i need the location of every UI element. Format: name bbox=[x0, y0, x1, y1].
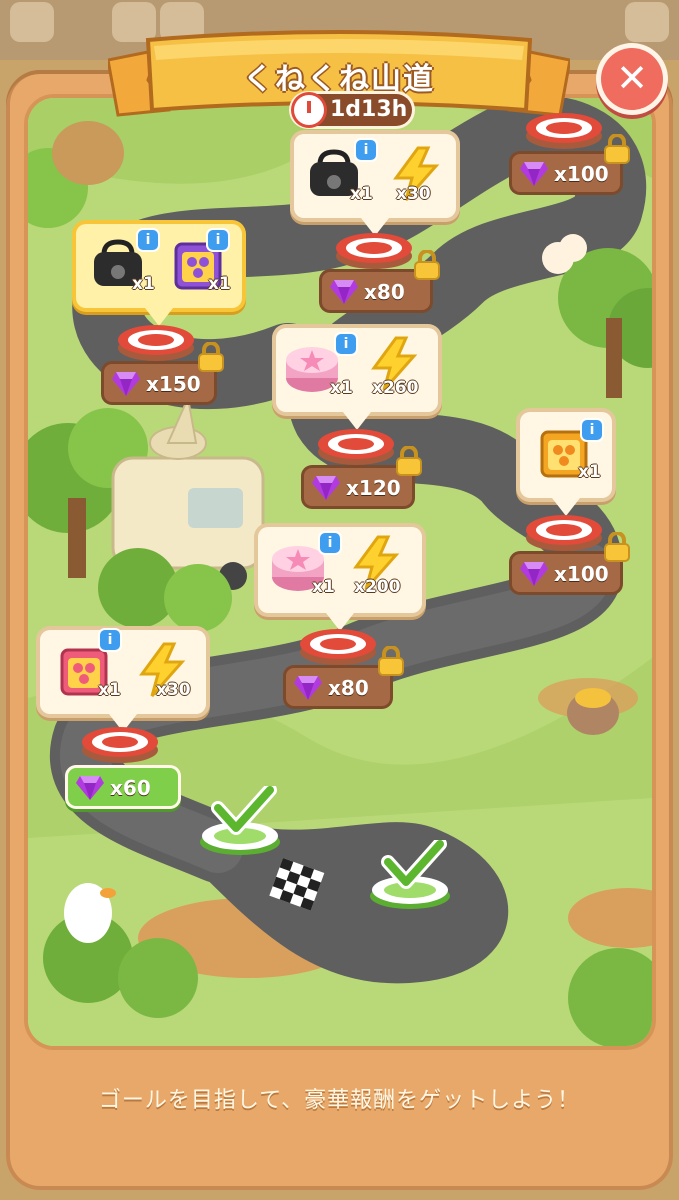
item-qty: x1 bbox=[208, 274, 231, 294]
lock-icon bbox=[414, 250, 440, 280]
item-qty: x1 bbox=[98, 680, 121, 700]
lock-icon bbox=[378, 646, 404, 676]
gem-icon bbox=[112, 370, 140, 396]
stage-pad-9[interactable] bbox=[524, 106, 604, 150]
gem-icon bbox=[76, 774, 104, 800]
reward-bubble-stage-3[interactable]: x1 i x30 bbox=[40, 630, 206, 732]
item-qty: x1 bbox=[350, 184, 373, 204]
item-qty: x1 bbox=[312, 577, 335, 597]
gem-amount: x120 bbox=[346, 476, 401, 500]
completed-checkpoint-1 bbox=[200, 786, 280, 856]
gem-amount: x100 bbox=[554, 162, 609, 186]
item-qty: x1 bbox=[132, 274, 155, 294]
lock-icon bbox=[604, 134, 630, 164]
timer-text: 1d13h bbox=[330, 97, 408, 122]
lock-icon bbox=[198, 342, 224, 372]
event-timer: 1d13h bbox=[292, 94, 412, 126]
info-icon[interactable]: i bbox=[100, 630, 120, 650]
gem-amount: x150 bbox=[146, 372, 201, 396]
stage-pad-5[interactable] bbox=[524, 508, 604, 552]
footer-hint: ゴールを目指して、豪華報酬をゲットしよう！ bbox=[98, 1088, 581, 1113]
reward-bubble-stage-5[interactable]: x1 i bbox=[520, 412, 612, 516]
item-qty: x260 bbox=[372, 378, 419, 398]
close-button[interactable]: ✕ bbox=[601, 48, 663, 110]
reward-bubble-stage-6[interactable]: x1 i x260 bbox=[276, 328, 438, 430]
stage-pad-8[interactable] bbox=[334, 226, 414, 270]
item-qty: x200 bbox=[354, 577, 401, 597]
event-title: くねくね山道 bbox=[243, 62, 435, 97]
gem-amount: x60 bbox=[110, 776, 151, 800]
info-icon[interactable]: i bbox=[320, 533, 340, 553]
close-icon: ✕ bbox=[616, 56, 648, 100]
gem-icon bbox=[520, 160, 548, 186]
gem-reward-stage-4[interactable]: x80 bbox=[286, 668, 390, 706]
item-qty: x1 bbox=[578, 462, 601, 482]
gem-icon bbox=[294, 674, 322, 700]
gem-amount: x80 bbox=[364, 280, 405, 304]
gem-icon bbox=[312, 474, 340, 500]
gem-reward-stage-3[interactable]: x60 bbox=[68, 768, 178, 806]
stage-pad-4[interactable] bbox=[298, 622, 378, 666]
background-icon bbox=[625, 2, 669, 42]
gem-icon bbox=[520, 560, 548, 586]
info-icon[interactable]: i bbox=[336, 334, 356, 354]
gem-amount: x80 bbox=[328, 676, 369, 700]
reward-bubble-stage-7[interactable]: x1 i x1 i bbox=[76, 224, 242, 326]
stage-pad-3[interactable] bbox=[80, 720, 160, 764]
stage-pad-6[interactable] bbox=[316, 422, 396, 466]
gem-icon bbox=[330, 278, 358, 304]
info-icon[interactable]: i bbox=[356, 140, 376, 160]
completed-checkpoint-2 bbox=[370, 840, 450, 910]
stage-pad-7[interactable] bbox=[116, 318, 196, 362]
info-icon[interactable]: i bbox=[582, 420, 602, 440]
reward-bubble-stage-8[interactable]: x1 i x30 bbox=[294, 134, 456, 236]
item-qty: x30 bbox=[396, 184, 431, 204]
background-icon bbox=[10, 2, 54, 42]
item-qty: x1 bbox=[330, 378, 353, 398]
lock-icon bbox=[604, 532, 630, 562]
reward-bubble-stage-4[interactable]: x1 i x200 bbox=[258, 527, 422, 631]
lock-icon bbox=[396, 446, 422, 476]
item-qty: x30 bbox=[156, 680, 191, 700]
clock-icon bbox=[294, 95, 324, 125]
gem-amount: x100 bbox=[554, 562, 609, 586]
info-icon[interactable]: i bbox=[208, 230, 228, 250]
info-icon[interactable]: i bbox=[138, 230, 158, 250]
